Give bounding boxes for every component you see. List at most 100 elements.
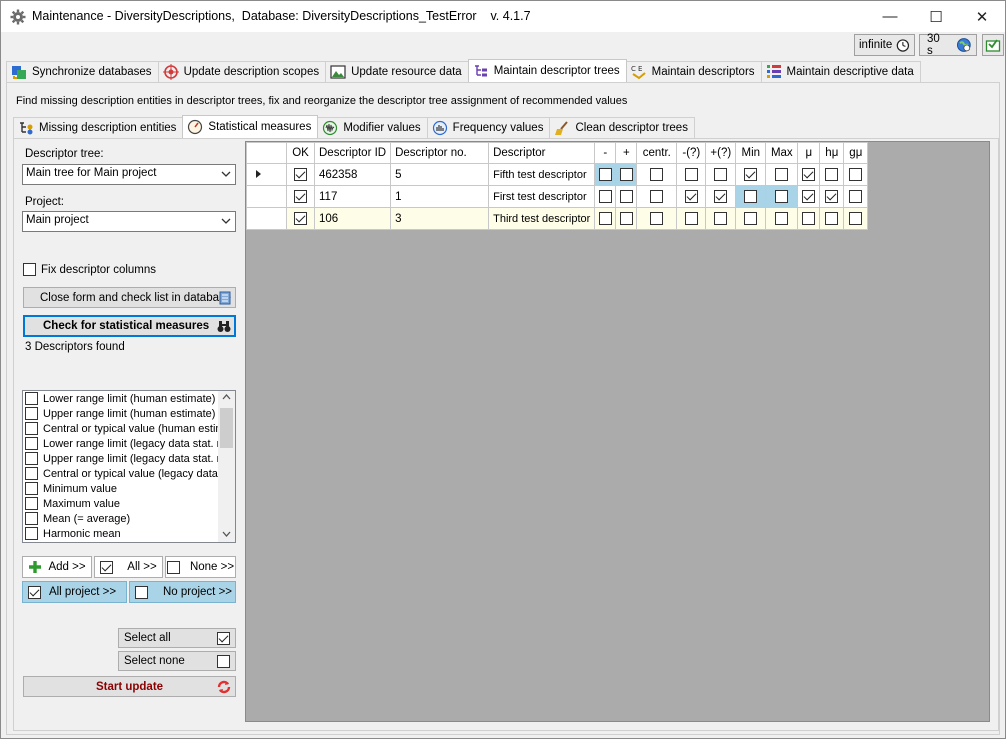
measure-flag-checkbox[interactable]: [825, 212, 839, 225]
measure-flag-checkbox[interactable]: [825, 168, 839, 181]
list-item[interactable]: Harmonic mean: [23, 526, 235, 541]
measure-flag-cell[interactable]: [676, 207, 707, 230]
ok-checkbox[interactable]: [294, 168, 307, 181]
interval-button[interactable]: 30 s: [919, 33, 977, 57]
measure-flag-cell[interactable]: [819, 185, 845, 208]
column-header[interactable]: Descriptor no.: [390, 142, 490, 164]
list-item[interactable]: Mean (= average): [23, 511, 235, 526]
maximize-button[interactable]: ☐: [913, 1, 959, 32]
measure-flag-checkbox[interactable]: [744, 212, 758, 225]
list-scrollbar[interactable]: [218, 391, 235, 542]
ok-checkbox[interactable]: [294, 190, 307, 203]
measure-flag-checkbox[interactable]: [619, 212, 633, 225]
tab-synchronize-databases[interactable]: Synchronize databases: [6, 61, 159, 82]
measure-checkbox[interactable]: [25, 512, 38, 525]
descriptor-id-cell[interactable]: 462358: [313, 163, 392, 186]
ok-checkbox[interactable]: [294, 212, 307, 225]
measure-flag-checkbox[interactable]: [849, 190, 863, 203]
tab-update-resource-data[interactable]: Update resource data: [325, 61, 469, 82]
column-header[interactable]: hμ: [819, 142, 845, 164]
measure-checkbox[interactable]: [25, 422, 38, 435]
measure-flag-checkbox[interactable]: [684, 168, 698, 181]
column-header[interactable]: +: [615, 142, 638, 164]
measure-flag-cell[interactable]: [765, 207, 799, 230]
tab-update-description-scopes[interactable]: Update description scopes: [157, 61, 327, 82]
column-header[interactable]: -(?): [676, 142, 707, 164]
measure-flag-cell[interactable]: [735, 207, 767, 230]
list-item[interactable]: Upper range limit (human estimate): [23, 406, 235, 421]
column-header[interactable]: Descriptor: [488, 142, 596, 164]
ok-cell[interactable]: [286, 207, 315, 230]
list-item[interactable]: Maximum value: [23, 496, 235, 511]
add-button[interactable]: Add >>: [22, 556, 92, 578]
measure-flag-checkbox[interactable]: [849, 212, 863, 225]
measure-flag-checkbox[interactable]: [802, 168, 816, 181]
tab-statistical-measures[interactable]: Statistical measures: [182, 115, 319, 138]
measure-flag-cell[interactable]: [765, 163, 799, 186]
descriptor-tree-select[interactable]: Main tree for Main project: [22, 164, 236, 185]
table-row[interactable]: 106 3 Third test descriptor: [246, 207, 869, 230]
descriptor-name-cell[interactable]: Third test descriptor: [488, 207, 596, 230]
descriptor-name-cell[interactable]: Fifth test descriptor: [488, 163, 596, 186]
fix-columns-checkbox[interactable]: [23, 263, 36, 276]
measure-flag-cell[interactable]: [735, 185, 767, 208]
measure-flag-cell[interactable]: [797, 207, 821, 230]
measure-flag-cell[interactable]: [843, 185, 869, 208]
row-header[interactable]: [246, 163, 287, 186]
all-project-button[interactable]: All project >>: [22, 581, 127, 603]
measure-flag-checkbox[interactable]: [619, 168, 633, 181]
tab-missing-description-entities[interactable]: Missing description entities: [13, 117, 184, 138]
ok-cell[interactable]: [286, 185, 315, 208]
measure-flag-checkbox[interactable]: [802, 190, 816, 203]
measure-flag-checkbox[interactable]: [598, 190, 612, 203]
measure-flag-cell[interactable]: [797, 185, 821, 208]
column-header[interactable]: Descriptor ID: [313, 142, 392, 164]
measure-flag-checkbox[interactable]: [714, 190, 728, 203]
measure-flag-cell[interactable]: [615, 207, 638, 230]
list-item[interactable]: Lower range limit (legacy data stat. m: [23, 436, 235, 451]
measure-checkbox[interactable]: [25, 452, 38, 465]
measure-flag-cell[interactable]: [843, 163, 869, 186]
tab-clean-descriptor-trees[interactable]: Clean descriptor trees: [549, 117, 695, 138]
measure-flag-cell[interactable]: [615, 185, 638, 208]
measure-checkbox[interactable]: [25, 467, 38, 480]
ok-cell[interactable]: [286, 163, 315, 186]
tab-modifier-values[interactable]: Modifier values: [317, 117, 428, 138]
measure-checkbox[interactable]: [25, 437, 38, 450]
measure-checkbox[interactable]: [25, 407, 38, 420]
timeout-button[interactable]: infinite: [854, 34, 915, 56]
table-row[interactable]: 462358 5 Fifth test descriptor: [246, 163, 869, 186]
column-header[interactable]: +(?): [705, 142, 737, 164]
none-button[interactable]: None >>: [165, 556, 236, 578]
fix-columns-option[interactable]: Fix descriptor columns: [23, 263, 156, 276]
measure-flag-cell[interactable]: [797, 163, 821, 186]
statistical-measures-list[interactable]: Lower range limit (human estimate) Upper…: [22, 390, 236, 543]
list-item[interactable]: Lower range limit (human estimate): [23, 391, 235, 406]
measure-flag-cell[interactable]: [594, 185, 617, 208]
measure-flag-checkbox[interactable]: [650, 212, 664, 225]
check-statistical-measures-button[interactable]: Check for statistical measures: [23, 315, 236, 337]
measure-flag-cell[interactable]: [705, 163, 737, 186]
select-all-button[interactable]: Select all: [118, 628, 236, 648]
measure-flag-cell[interactable]: [636, 185, 678, 208]
measure-flag-cell[interactable]: [843, 207, 869, 230]
measure-flag-checkbox[interactable]: [650, 190, 664, 203]
measure-flag-checkbox[interactable]: [598, 168, 612, 181]
list-item[interactable]: Upper range limit (legacy data stat. m: [23, 451, 235, 466]
descriptor-id-cell[interactable]: 117: [313, 185, 392, 208]
column-header[interactable]: μ: [797, 142, 821, 164]
column-header[interactable]: Min: [735, 142, 767, 164]
column-header[interactable]: gμ: [843, 142, 869, 164]
measure-flag-checkbox[interactable]: [619, 190, 633, 203]
measure-flag-checkbox[interactable]: [744, 168, 758, 181]
tab-maintain-descriptor-trees[interactable]: Maintain descriptor trees: [467, 59, 627, 82]
measure-flag-checkbox[interactable]: [775, 168, 789, 181]
column-header[interactable]: Max: [765, 142, 799, 164]
measure-flag-cell[interactable]: [819, 207, 845, 230]
no-project-button[interactable]: No project >>: [129, 581, 236, 603]
descriptor-no-cell[interactable]: 1: [390, 185, 490, 208]
measure-flag-checkbox[interactable]: [684, 212, 698, 225]
descriptor-name-cell[interactable]: First test descriptor: [488, 185, 596, 208]
tab-maintain-descriptive-data[interactable]: Maintain descriptive data: [760, 61, 921, 82]
measure-flag-cell[interactable]: [594, 207, 617, 230]
